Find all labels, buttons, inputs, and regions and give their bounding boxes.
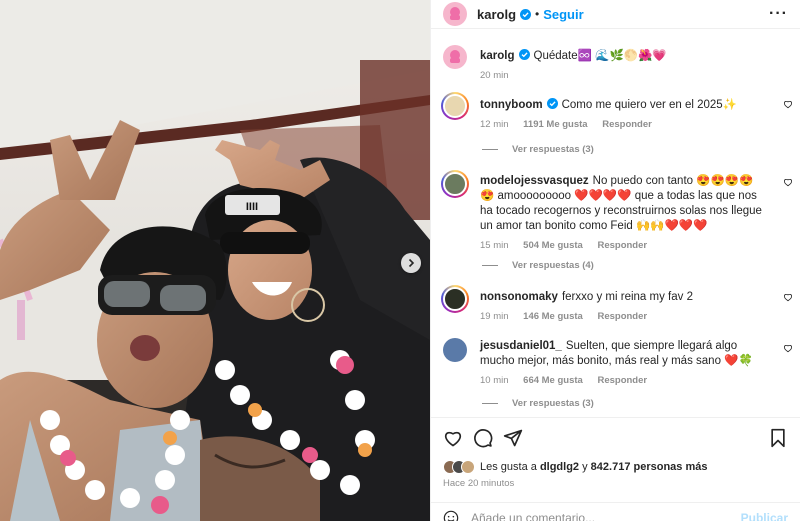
view-replies-label: Ver respuestas (4) [512, 260, 594, 271]
share-icon[interactable] [503, 428, 523, 448]
like-heart-icon[interactable] [443, 428, 463, 448]
caption-text: Quédate♾️ 🌊🌿🌕🌺💗 [533, 50, 667, 62]
chevron-right-icon [408, 258, 415, 268]
avatar-octopus-icon [450, 7, 460, 20]
comment-username[interactable]: tonnyboom [480, 99, 543, 111]
comment-likes[interactable]: 664 Me gusta [523, 375, 583, 386]
comment-item: nonsonomaky ferxxo y mi reina my fav 2 19… [441, 285, 793, 322]
follow-button[interactable]: Seguir [543, 7, 583, 22]
comment-likes[interactable]: 1191 Me gusta [523, 119, 587, 130]
post-photo[interactable]: IIII [0, 0, 430, 521]
post-panel: karolg • Seguir ··· karolg Quédate♾️ 🌊🌿🌕🌺… [430, 0, 800, 521]
likes-count[interactable]: 842.717 personas más [591, 461, 708, 473]
heart-icon[interactable] [783, 177, 793, 187]
post-header: karolg • Seguir ··· [431, 0, 800, 29]
likes-user[interactable]: dlgdlg2 [540, 461, 579, 473]
reply-button[interactable]: Responder [602, 119, 652, 130]
view-replies-button[interactable]: Ver respuestas (3) [482, 144, 594, 155]
comment-time: 19 min [480, 311, 509, 322]
photo-illustration: IIII [0, 0, 430, 521]
liker-avatar [461, 460, 475, 474]
next-photo-button[interactable] [401, 253, 421, 273]
post-time: Hace 20 minutos [443, 478, 515, 489]
post-actions: Les gusta a dlgdlg2 y 842.717 personas m… [431, 417, 800, 521]
heart-icon[interactable] [783, 99, 793, 109]
comment-item: tonnyboom Como me quiero ver en el 2025✨ … [441, 92, 793, 130]
publish-button[interactable]: Publicar [741, 511, 788, 521]
likes-joiner: y [582, 461, 588, 473]
comment-input[interactable] [471, 510, 741, 521]
caption-time: 20 min [480, 70, 509, 81]
reply-button[interactable]: Responder [597, 375, 647, 386]
avatar-octopus-icon [450, 50, 460, 63]
comment-time: 12 min [480, 119, 509, 130]
view-replies-button[interactable]: Ver respuestas (3) [482, 398, 594, 409]
likes-summary[interactable]: Les gusta a dlgdlg2 y 842.717 personas m… [443, 460, 707, 474]
comment-time: 10 min [480, 375, 509, 386]
view-replies-button[interactable]: Ver respuestas (4) [482, 260, 594, 271]
heart-icon[interactable] [783, 343, 793, 353]
comment-username[interactable]: modelojessvasquez [480, 175, 589, 187]
comment-text: Como me quiero ver en el 2025✨ [561, 99, 738, 111]
heart-icon[interactable] [783, 292, 793, 302]
bookmark-icon[interactable] [768, 428, 788, 448]
commenter-avatar[interactable] [441, 170, 469, 198]
comment-username[interactable]: jesusdaniel01_ [480, 340, 562, 352]
author-avatar[interactable] [443, 2, 467, 26]
verified-badge-icon [546, 98, 558, 109]
comment-likes[interactable]: 146 Me gusta [523, 311, 583, 322]
author-username[interactable]: karolg [477, 7, 516, 22]
comment-item: jesusdaniel01_ Suelten, que siempre llega… [443, 338, 793, 388]
emoji-icon[interactable] [443, 510, 459, 521]
comment-text: ferxxo y mi reina my fav 2 [561, 291, 693, 303]
comment-composer: Publicar [431, 502, 800, 521]
view-replies-label: Ver respuestas (3) [512, 144, 594, 155]
comment-icon[interactable] [473, 428, 493, 448]
reply-button[interactable]: Responder [597, 311, 647, 322]
separator-dot: • [535, 7, 540, 21]
view-replies-label: Ver respuestas (3) [512, 398, 594, 409]
commenter-avatar[interactable] [441, 285, 469, 313]
verified-badge-icon [518, 49, 530, 60]
caption-username[interactable]: karolg [480, 50, 515, 62]
comment-time: 15 min [480, 240, 509, 251]
verified-badge-icon [520, 8, 532, 20]
commenter-avatar[interactable] [443, 338, 467, 362]
commenter-avatar[interactable] [441, 92, 469, 120]
svg-text:IIII: IIII [246, 201, 258, 213]
likes-prefix: Les gusta a [480, 461, 537, 473]
comment-item: modelojessvasquez No puedo con tanto 😍😍😍😍… [441, 170, 793, 252]
reply-button[interactable]: Responder [597, 240, 647, 251]
comments-list[interactable]: karolg Quédate♾️ 🌊🌿🌕🌺💗 20 min tonnyboom Co… [431, 34, 800, 416]
more-icon[interactable]: ··· [769, 5, 788, 23]
comment-likes[interactable]: 504 Me gusta [523, 240, 583, 251]
caption-avatar[interactable] [443, 45, 467, 69]
post-caption: karolg Quédate♾️ 🌊🌿🌕🌺💗 20 min [443, 45, 793, 85]
comment-username[interactable]: nonsonomaky [480, 291, 558, 303]
